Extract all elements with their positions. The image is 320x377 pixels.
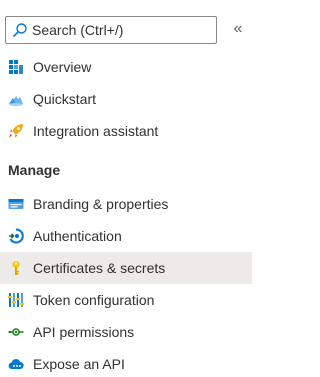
cloud-quickstart-icon bbox=[9, 96, 23, 106]
token-bars-icon bbox=[8, 293, 24, 307]
app-registration-nav-menu: « Overview Quickstart I bbox=[0, 0, 252, 377]
nav-item-label: Certificates & secrets bbox=[33, 260, 166, 276]
nav-item-quickstart[interactable]: Quickstart bbox=[0, 83, 252, 115]
nav-item-api-permissions[interactable]: API permissions bbox=[0, 316, 252, 348]
nav-item-label: Authentication bbox=[33, 228, 122, 244]
search-row: « bbox=[5, 16, 245, 44]
nav-item-overview[interactable]: Overview bbox=[0, 51, 252, 83]
nav-item-integration-assistant[interactable]: Integration assistant bbox=[0, 115, 252, 147]
search-input[interactable] bbox=[32, 17, 212, 43]
search-box[interactable] bbox=[5, 16, 217, 44]
nav-item-label: Overview bbox=[33, 59, 92, 75]
nav-item-token-configuration[interactable]: Token configuration bbox=[0, 284, 252, 316]
nav-item-label: Expose an API bbox=[33, 356, 125, 372]
branding-card-icon bbox=[8, 199, 24, 209]
nav-item-label: Integration assistant bbox=[33, 123, 159, 139]
overview-grid-icon bbox=[9, 60, 23, 74]
nav-item-label: Token configuration bbox=[33, 292, 155, 308]
rocket-icon bbox=[9, 124, 23, 138]
nav-item-certificates-secrets[interactable]: Certificates & secrets bbox=[0, 252, 252, 284]
key-icon bbox=[12, 261, 20, 275]
nav-item-expose-an-api[interactable]: Expose an API bbox=[0, 348, 252, 377]
nav-item-label: Branding & properties bbox=[33, 196, 169, 212]
nav-item-branding-properties[interactable]: Branding & properties bbox=[0, 188, 252, 220]
cloud-api-icon bbox=[8, 359, 24, 370]
section-header-manage: Manage bbox=[8, 162, 61, 178]
double-chevron-left-icon[interactable]: « bbox=[230, 19, 246, 39]
api-permissions-icon bbox=[8, 328, 24, 336]
nav-item-label: Quickstart bbox=[33, 91, 97, 107]
authentication-icon bbox=[9, 228, 24, 244]
search-icon bbox=[12, 23, 27, 37]
nav-item-label: API permissions bbox=[33, 324, 135, 340]
nav-item-authentication[interactable]: Authentication bbox=[0, 220, 252, 252]
